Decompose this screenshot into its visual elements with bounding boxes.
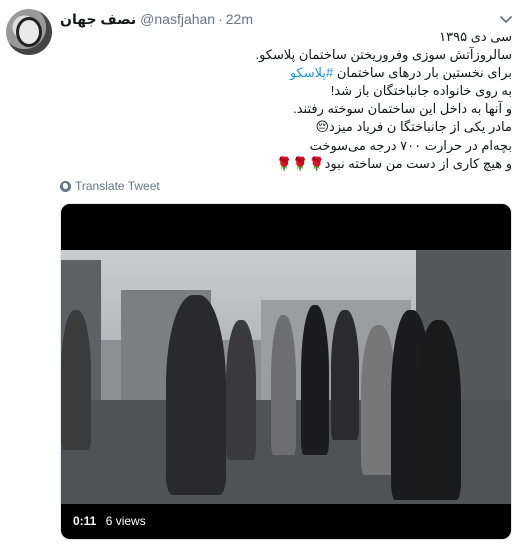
video-person xyxy=(226,320,256,460)
tweet-line: سی دی ۱۳۹۵ xyxy=(439,29,512,44)
tweet-line: برای نخستین بار درهای ساختمان #پلاسکو xyxy=(60,64,512,82)
video-person xyxy=(271,315,296,455)
globe-icon xyxy=(60,180,71,192)
tweet-line: سالروزآتش سوزی وفروریختن ساختمان پلاسکو. xyxy=(255,47,512,63)
hashtag-link[interactable]: #پلاسکو xyxy=(290,65,333,80)
author-handle[interactable]: @nasfjahan xyxy=(140,11,215,27)
video-view-count: 6 views xyxy=(105,514,146,528)
tweet-card[interactable]: نصف جهان @nasfjahan · 22m سی دی ۱۳۹۵ سال… xyxy=(0,0,523,557)
tweet-header: نصف جهان @nasfjahan · 22m xyxy=(60,10,253,28)
translate-label: Translate Tweet xyxy=(75,179,160,193)
avatar-face xyxy=(16,17,42,47)
video-person xyxy=(301,305,329,455)
video-timecode: 0:11 6 views xyxy=(67,511,152,531)
tweet-line: و هیچ کاری از دست من ساخته نبود🌹🌹🌹 xyxy=(276,155,512,171)
author-name[interactable]: نصف جهان xyxy=(60,11,136,28)
video-person xyxy=(416,320,461,500)
video-duration: 0:11 xyxy=(73,514,97,528)
video-frame xyxy=(61,250,511,504)
tweet-text-fragment: برای نخستین بار درهای ساختمان xyxy=(333,65,512,81)
avatar[interactable] xyxy=(6,9,52,55)
separator-dot: · xyxy=(218,11,223,27)
video-person xyxy=(166,295,226,495)
tweet-timestamp[interactable]: 22m xyxy=(226,11,253,27)
tweet-line: به روی خانواده جانباختگان باز شد! xyxy=(330,83,512,99)
video-player[interactable]: 0:11 6 views xyxy=(60,203,512,540)
translate-tweet-link[interactable]: Translate Tweet xyxy=(60,179,160,193)
video-person xyxy=(61,310,91,450)
tweet-line: و آنها به داخل این ساختمان سوخته رفتند. xyxy=(293,101,512,117)
tweet-line: بچه‌ام در حرارت ۷۰۰ درجه می‌سوخت xyxy=(309,137,512,153)
tweet-text: سی دی ۱۳۹۵ سالروزآتش سوزی وفروریختن ساخت… xyxy=(60,28,512,173)
chevron-down-icon[interactable] xyxy=(499,12,513,26)
video-person xyxy=(331,310,359,440)
tweet-line: مادر یکی از جانباختگا ن فریاد میزد😔 xyxy=(315,119,513,135)
